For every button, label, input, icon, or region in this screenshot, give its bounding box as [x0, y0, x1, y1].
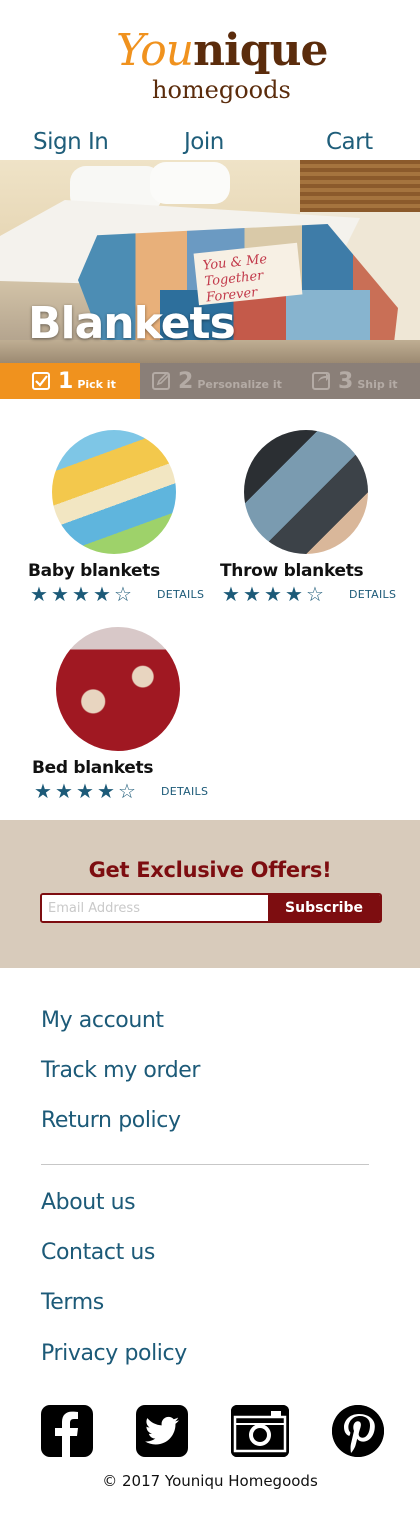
checkbox-icon: [32, 372, 50, 390]
product-throw-blankets[interactable]: Throw blankets ★ ★ ★ ★ ☆ DETAILS: [220, 430, 400, 620]
star-filled-icon: ★: [55, 781, 73, 803]
footer-link-track-order[interactable]: Track my order: [41, 1057, 200, 1085]
product-image[interactable]: [52, 430, 176, 554]
star-empty-icon: ☆: [306, 584, 324, 606]
page-title: Blankets: [28, 298, 236, 349]
offers-title: Get Exclusive Offers!: [88, 858, 332, 882]
footer-divider: [41, 1164, 369, 1165]
step-ship-it[interactable]: 3 Ship it: [312, 363, 398, 399]
footer-link-my-account[interactable]: My account: [41, 1007, 164, 1035]
star-filled-icon: ★: [264, 584, 282, 606]
pinterest-icon[interactable]: [332, 1405, 384, 1457]
step-label: Ship it: [357, 377, 398, 391]
step-personalize-it[interactable]: 2 Personalize it: [152, 363, 282, 399]
footer-link-return-policy[interactable]: Return policy: [41, 1107, 181, 1135]
details-link[interactable]: DETAILS: [349, 588, 396, 602]
star-filled-icon: ★: [30, 584, 48, 606]
logo-wordmark: Younique: [116, 25, 329, 76]
star-filled-icon: ★: [72, 584, 90, 606]
details-link[interactable]: DETAILS: [161, 785, 208, 799]
newsletter-section: Get Exclusive Offers! Subscribe: [0, 820, 420, 968]
step-label: Personalize it: [197, 377, 282, 391]
facebook-icon[interactable]: [41, 1405, 93, 1457]
product-baby-blankets[interactable]: Baby blankets ★ ★ ★ ★ ☆ DETAILS: [28, 430, 208, 620]
hero-pillow: [150, 162, 230, 204]
subscribe-button[interactable]: Subscribe: [268, 895, 380, 921]
product-image[interactable]: [56, 627, 180, 751]
brand-logo[interactable]: Younique homegoods: [0, 22, 420, 108]
camera-icon[interactable]: [231, 1405, 289, 1457]
star-filled-icon: ★: [243, 584, 261, 606]
email-field[interactable]: [42, 895, 270, 921]
hero-window-blinds: [300, 160, 420, 212]
hero-blanket-card: You & Me Together Forever: [193, 242, 303, 305]
product-name[interactable]: Bed blankets: [32, 757, 153, 779]
star-empty-icon: ☆: [114, 584, 132, 606]
hero-banner: You & Me Together Forever Blankets: [0, 160, 420, 363]
footer-link-about-us[interactable]: About us: [41, 1189, 136, 1217]
star-filled-icon: ★: [222, 584, 240, 606]
product-bed-blankets[interactable]: Bed blankets ★ ★ ★ ★ ☆ DETAILS: [32, 627, 212, 817]
star-filled-icon: ★: [76, 781, 94, 803]
rating-stars: ★ ★ ★ ★ ☆: [222, 585, 327, 605]
star-filled-icon: ★: [34, 781, 52, 803]
step-label: Pick it: [77, 377, 116, 391]
twitter-icon[interactable]: [136, 1405, 188, 1457]
logo-subtitle: homegoods: [152, 76, 291, 104]
join-link[interactable]: Join: [184, 124, 224, 160]
product-name[interactable]: Baby blankets: [28, 560, 160, 582]
footer-link-terms[interactable]: Terms: [41, 1289, 104, 1317]
step-pick-it[interactable]: 1 Pick it: [0, 363, 140, 399]
cart-link[interactable]: Cart: [326, 124, 373, 160]
step-number: 3: [338, 368, 354, 394]
edit-icon: [152, 372, 170, 390]
step-number: 1: [58, 368, 74, 394]
star-filled-icon: ★: [285, 584, 303, 606]
rating-stars: ★ ★ ★ ★ ☆: [34, 782, 139, 802]
social-links: [0, 1405, 420, 1457]
rating-stars: ★ ★ ★ ★ ☆: [30, 585, 135, 605]
details-link[interactable]: DETAILS: [157, 588, 204, 602]
copyright: © 2017 Youniqu Homegoods: [102, 1472, 318, 1490]
star-empty-icon: ☆: [118, 781, 136, 803]
share-icon: [312, 372, 330, 390]
order-steps: 1 Pick it 2 Personalize it 3 Ship it: [0, 363, 420, 399]
star-filled-icon: ★: [97, 781, 115, 803]
star-filled-icon: ★: [51, 584, 69, 606]
footer-link-privacy-policy[interactable]: Privacy policy: [41, 1340, 187, 1368]
step-number: 2: [178, 368, 194, 394]
top-nav: Sign In Join Cart: [0, 124, 420, 160]
sign-in-link[interactable]: Sign In: [33, 124, 109, 160]
product-name[interactable]: Throw blankets: [220, 560, 364, 582]
star-filled-icon: ★: [93, 584, 111, 606]
subscribe-form: Subscribe: [40, 893, 382, 923]
product-image[interactable]: [244, 430, 368, 554]
footer-link-contact-us[interactable]: Contact us: [41, 1239, 155, 1267]
